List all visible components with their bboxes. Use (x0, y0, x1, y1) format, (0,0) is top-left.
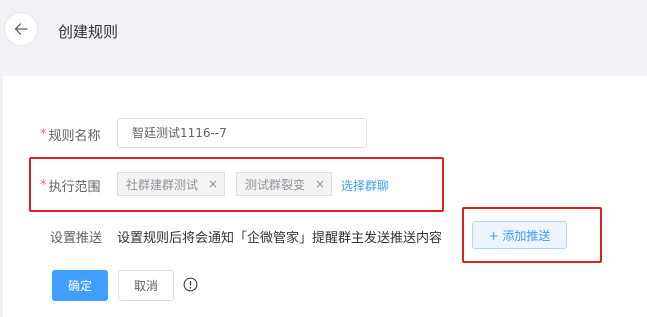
info-circle-icon (183, 277, 198, 292)
highlight-box-add-push (462, 207, 602, 263)
confirm-button[interactable]: 确定 (52, 270, 108, 301)
page-title: 创建规则 (58, 23, 119, 41)
push-label: 设置推送 (50, 231, 103, 246)
back-button[interactable] (4, 12, 38, 46)
cancel-button[interactable]: 取消 (118, 270, 174, 301)
arrow-left-icon (14, 23, 28, 35)
rule-name-label: * 规则名称 (40, 125, 101, 144)
highlight-box-scope (29, 157, 444, 212)
push-description: 设置规则后将会通知「企微管家」提醒群主发送推送内容 (117, 231, 443, 246)
rule-name-input[interactable]: 智廷测试1116--7 (117, 118, 367, 148)
required-mark: * (40, 127, 47, 142)
page-header: 创建规则 (0, 0, 647, 64)
rule-name-label-text: 规则名称 (48, 129, 101, 144)
